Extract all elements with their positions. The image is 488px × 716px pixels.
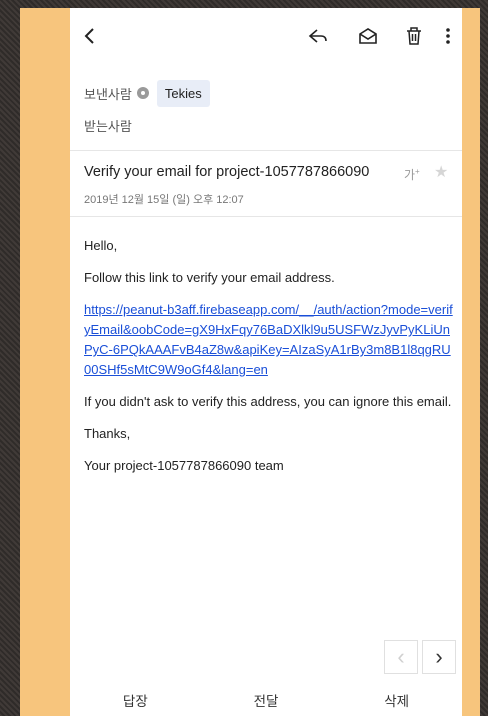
reply-icon[interactable] [304, 22, 332, 50]
star-icon[interactable]: ★ [434, 162, 448, 182]
divider [70, 216, 462, 217]
thanks-text: Thanks, [84, 426, 131, 441]
recipient-label: 받는사람 [84, 118, 132, 134]
forward-button[interactable]: 전달 [254, 690, 279, 710]
divider [70, 150, 462, 151]
info-icon[interactable] [136, 87, 149, 99]
delete-button[interactable]: 삭제 [384, 690, 409, 710]
ignore-note: If you didn't ask to verify this address… [84, 394, 452, 409]
top-toolbar [70, 8, 462, 64]
email-body: Hello, Follow this link to verify your e… [84, 236, 456, 488]
reply-button[interactable]: 답장 [123, 690, 148, 710]
font-size-label: 가 [404, 168, 416, 182]
font-size-plus: + [415, 167, 420, 176]
intro-text: Follow this link to verify your email ad… [84, 270, 335, 285]
sender-label: 보낸사람 [84, 86, 132, 102]
next-email-button[interactable]: › [422, 640, 456, 674]
prev-chevron-icon: ‹ [397, 644, 405, 669]
sender-chip[interactable]: Tekies [156, 79, 210, 107]
next-chevron-icon: › [435, 644, 443, 669]
font-size-button[interactable]: 가+ [404, 166, 420, 183]
email-viewer: 보낸사람 Tekies 받는사람 Verify your email for p… [70, 8, 462, 716]
email-date: 2019년 12월 15일 (일) 오후 12:07 [84, 194, 244, 206]
more-vertical-icon[interactable] [440, 22, 456, 50]
verify-link[interactable]: https://peanut-b3aff.firebaseapp.com/__/… [84, 300, 456, 380]
back-chevron-icon[interactable] [76, 22, 104, 50]
signature-text: Your project-1057787866090 team [84, 458, 284, 473]
bottom-action-bar: 답장 전달 삭제 [70, 684, 462, 716]
recipient-row: 받는사람 [84, 114, 132, 136]
greeting: Hello, [84, 238, 118, 253]
mark-unread-icon[interactable] [354, 22, 382, 50]
sender-row: 보낸사람 Tekies [84, 78, 210, 108]
prev-email-button[interactable]: ‹ [384, 640, 418, 674]
trash-icon[interactable] [400, 22, 428, 50]
email-subject: Verify your email for project-1057787866… [84, 164, 370, 180]
